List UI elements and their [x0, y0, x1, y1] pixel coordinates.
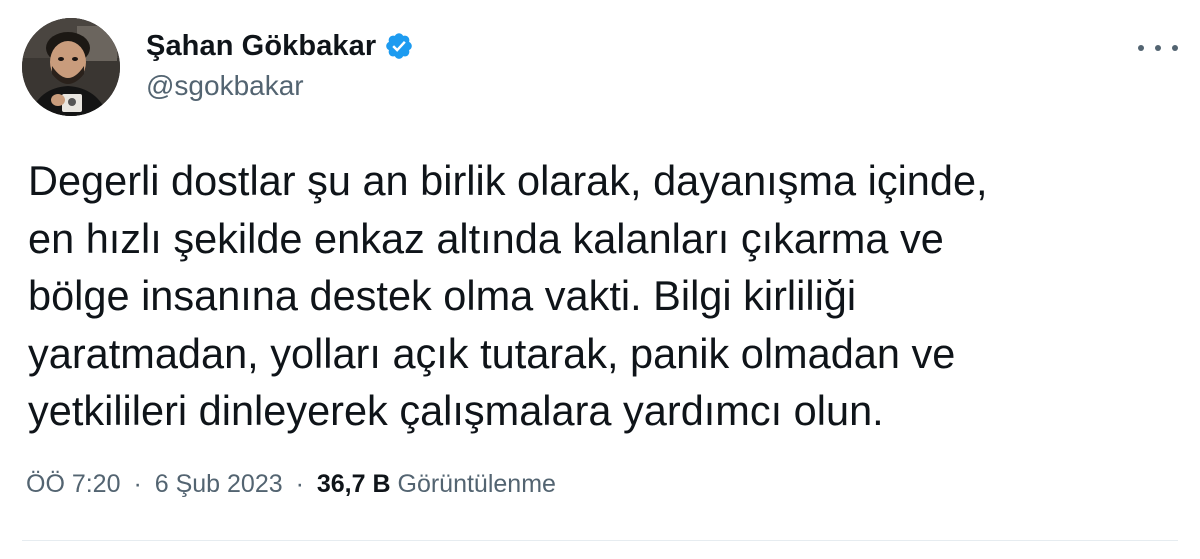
verified-badge-icon — [384, 31, 414, 61]
author-block: Şahan Gökbakar @sgokbakar — [146, 26, 414, 102]
tweet-text-line: yaratmadan, yolları açık tutarak, panik … — [28, 329, 956, 377]
tweet-meta: ÖÖ 7:20 · 6 Şub 2023 · 36,7 B Görüntülen… — [26, 470, 556, 499]
tweet-text-line: bölge insanına destek olma vakti. Bilgi … — [28, 272, 857, 319]
more-horizontal-icon[interactable] — [1138, 38, 1178, 58]
views-count[interactable]: 36,7 B — [317, 470, 391, 498]
tweet-text-line: Degerli dostlar şu an birlik olarak, day… — [28, 157, 988, 204]
tweet-text: Degerli dostlar şu an birlik olarak, day… — [28, 152, 1178, 440]
tweet-time[interactable]: ÖÖ 7:20 — [26, 470, 121, 498]
avatar[interactable] — [22, 18, 120, 116]
views-label: Görüntülenme — [397, 470, 556, 498]
divider — [22, 540, 1178, 541]
meta-separator: · — [295, 470, 304, 498]
user-handle[interactable]: @sgokbakar — [146, 70, 414, 102]
tweet-text-line: en hızlı şekilde enkaz altında kalanları… — [28, 214, 944, 262]
display-name[interactable]: Şahan Gökbakar — [146, 30, 376, 63]
tweet-card: Şahan Gökbakar @sgokbakar Degerli dostla… — [0, 0, 1200, 559]
name-row: Şahan Gökbakar — [146, 26, 414, 66]
tweet-text-line: yetkilileri dinleyerek çalışmalara yardı… — [28, 387, 884, 434]
tweet-date[interactable]: 6 Şub 2023 — [155, 470, 283, 498]
meta-separator: · — [133, 470, 142, 498]
avatar-image — [22, 18, 120, 116]
